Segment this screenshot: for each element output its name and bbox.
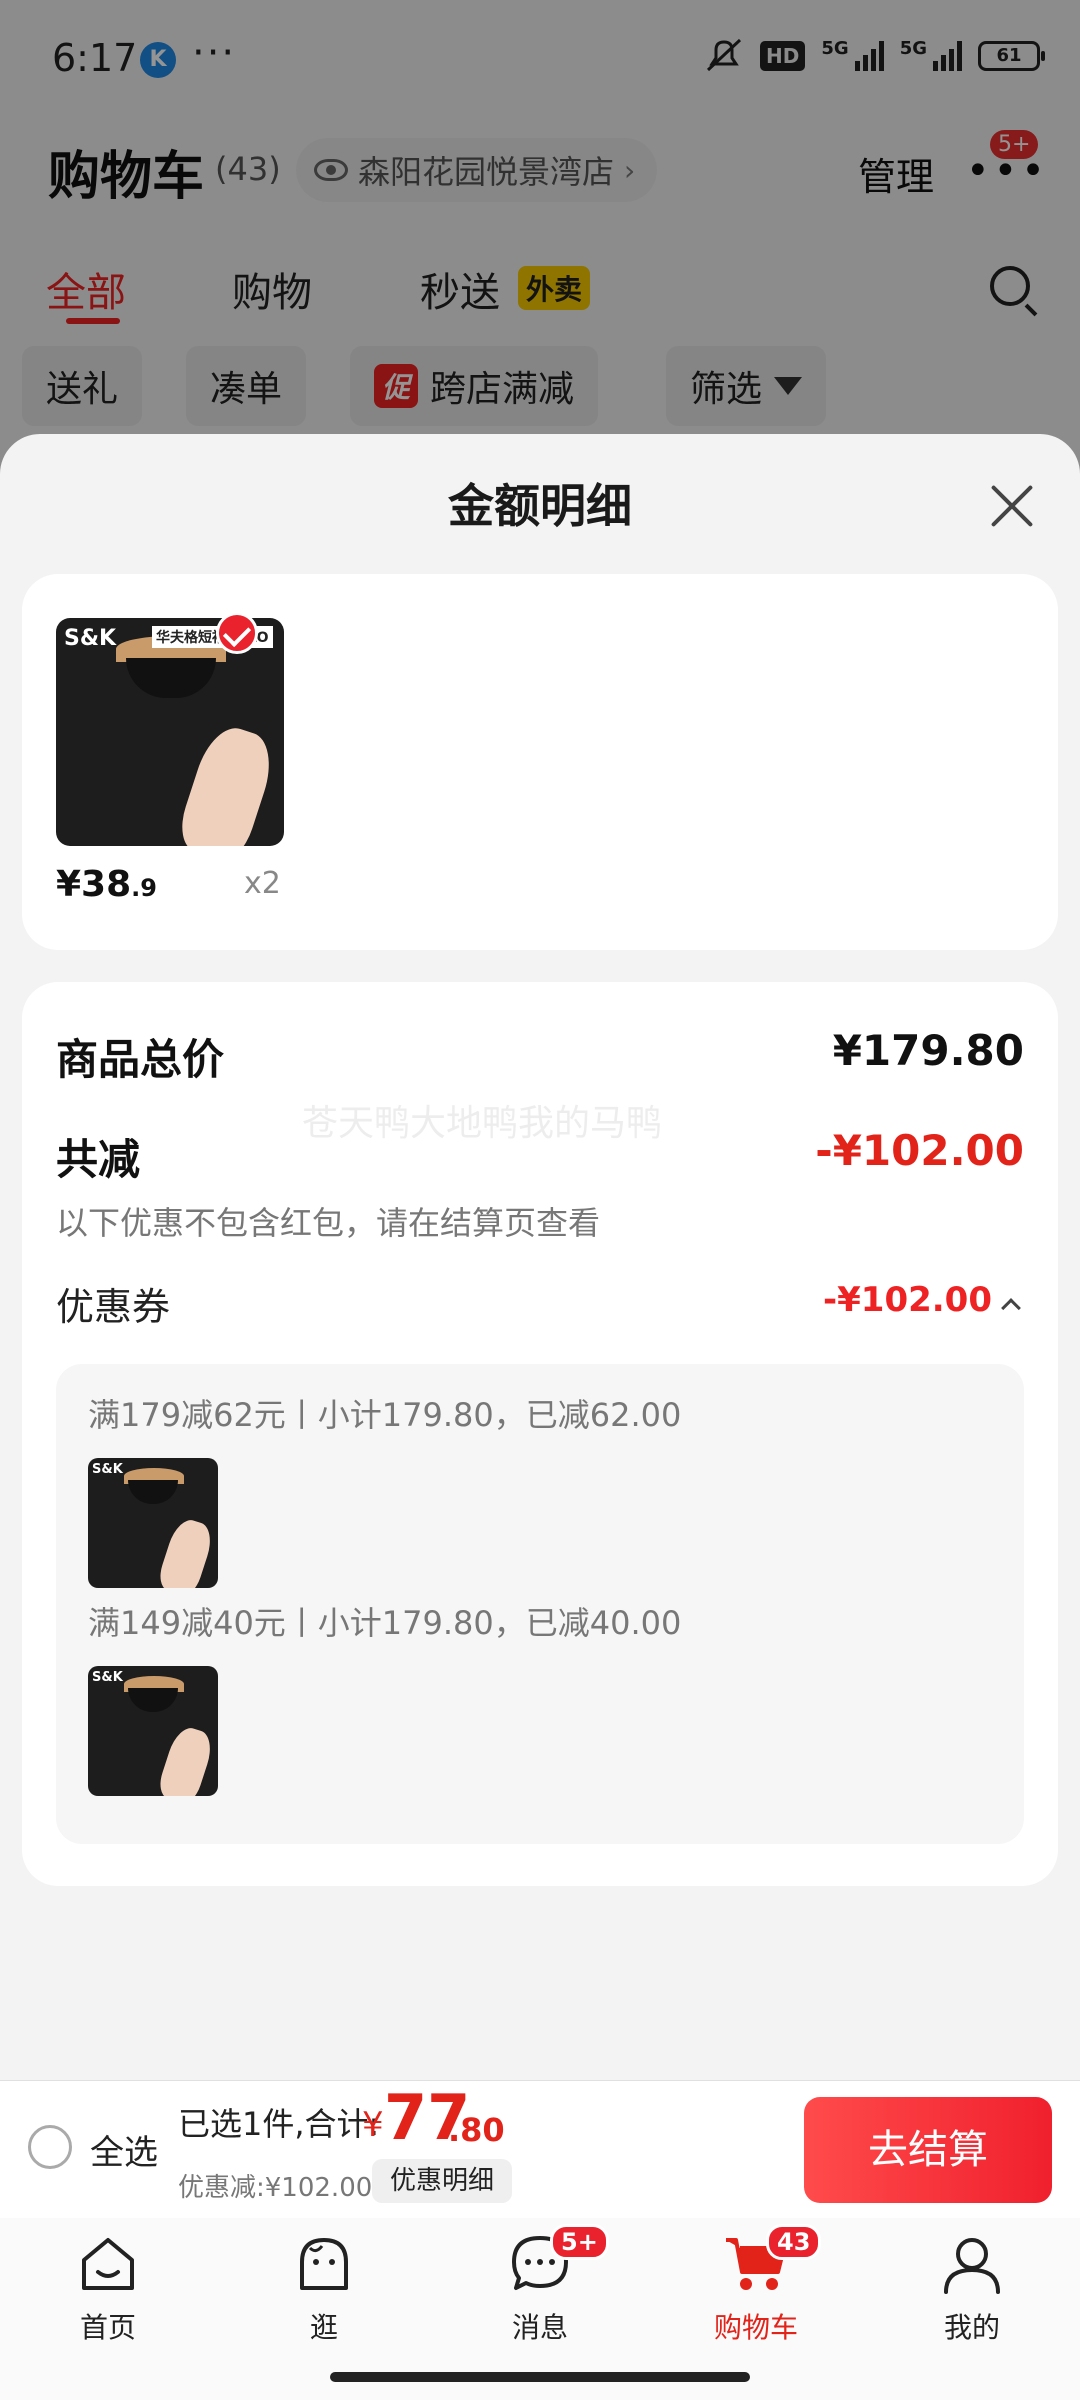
close-icon[interactable] bbox=[988, 482, 1036, 530]
brand-logo: S&K bbox=[92, 1462, 123, 1477]
sheet-title: 金额明细 bbox=[448, 479, 632, 533]
nav-cart[interactable]: 43 购物车 bbox=[676, 2224, 836, 2346]
brand-logo: S&K bbox=[64, 626, 117, 651]
coupon-breakdown-panel: 满179减62元丨小计179.80，已减62.00 S&K 满149减40元丨小… bbox=[56, 1364, 1024, 1844]
coupon-value: -¥102.00 bbox=[823, 1280, 992, 1320]
nav-label: 购物车 bbox=[713, 2311, 798, 2344]
coupon-rule-1: 满179减62元丨小计179.80，已减62.00 bbox=[88, 1396, 682, 1434]
nav-label: 首页 bbox=[79, 2311, 136, 2344]
chevron-up-icon bbox=[1001, 1298, 1021, 1318]
item-price: ¥38.9 bbox=[56, 864, 157, 905]
nav-browse[interactable]: 逛 bbox=[244, 2232, 404, 2346]
message-icon: 5+ bbox=[508, 2224, 609, 2296]
profile-icon bbox=[940, 2232, 1004, 2296]
coupon-product-thumbnail-1: S&K bbox=[88, 1458, 218, 1588]
cart-icon: 43 bbox=[724, 2224, 822, 2296]
nav-label: 消息 bbox=[511, 2311, 568, 2344]
price-summary-card: 商品总价 ¥179.80 苍天鸭大地鸭我的马鸭 共减 -¥102.00 以下优惠… bbox=[22, 982, 1058, 1886]
nav-profile[interactable]: 我的 bbox=[892, 2232, 1052, 2346]
item-price-dec: .9 bbox=[131, 874, 157, 902]
checkout-bar: 全选 已选1件,合计: ¥ 77 .80 优惠减:¥102.00 优惠明细 去结… bbox=[0, 2080, 1080, 2218]
selected-items-card: S&K 华夫格短袖POLO ¥38.9 x2 bbox=[22, 574, 1058, 950]
selected-count-text: 已选1件,合计: bbox=[178, 2105, 380, 2143]
coupon-rule-2: 满149减40元丨小计179.80，已减40.00 bbox=[88, 1604, 682, 1642]
product-thumbnail[interactable]: S&K 华夫格短袖POLO bbox=[56, 618, 284, 846]
browse-icon bbox=[292, 2232, 356, 2296]
total-price-label: 商品总价 bbox=[56, 1035, 225, 1084]
discount-label: 共减 bbox=[56, 1135, 141, 1184]
select-all-radio[interactable] bbox=[28, 2125, 72, 2169]
item-quantity: x2 bbox=[244, 866, 281, 901]
discount-detail-button[interactable]: 优惠明细 bbox=[372, 2159, 513, 2203]
nav-home[interactable]: 首页 bbox=[28, 2232, 188, 2346]
home-icon bbox=[76, 2232, 140, 2296]
select-all-label[interactable]: 全选 bbox=[90, 2125, 158, 2174]
discount-summary: 优惠减:¥102.00 bbox=[178, 2173, 373, 2203]
total-decimal: .80 bbox=[448, 2111, 505, 2149]
item-price-int: ¥38 bbox=[56, 864, 132, 905]
coupon-toggle[interactable]: -¥102.00 bbox=[823, 1280, 1021, 1320]
checkmark-icon bbox=[216, 612, 258, 654]
checkout-button[interactable]: 去结算 bbox=[804, 2097, 1052, 2203]
nav-label: 逛 bbox=[309, 2311, 338, 2344]
home-indicator[interactable] bbox=[330, 2372, 750, 2382]
discount-value: -¥102.00 bbox=[815, 1126, 1024, 1175]
discount-note: 以下优惠不包含红包，请在结算页查看 bbox=[56, 1204, 601, 1242]
cart-badge: 43 bbox=[766, 2224, 822, 2260]
watermark-text: 苍天鸭大地鸭我的马鸭 bbox=[302, 1103, 663, 1144]
brand-logo: S&K bbox=[92, 1670, 123, 1685]
nav-label: 我的 bbox=[943, 2311, 1000, 2344]
coupon-product-thumbnail-2: S&K bbox=[88, 1666, 218, 1796]
message-badge: 5+ bbox=[550, 2224, 609, 2260]
coupon-label: 优惠券 bbox=[56, 1285, 171, 1329]
nav-messages[interactable]: 5+ 消息 bbox=[460, 2224, 620, 2346]
total-price-value: ¥179.80 bbox=[832, 1026, 1024, 1075]
total-currency: ¥ bbox=[362, 2105, 384, 2145]
